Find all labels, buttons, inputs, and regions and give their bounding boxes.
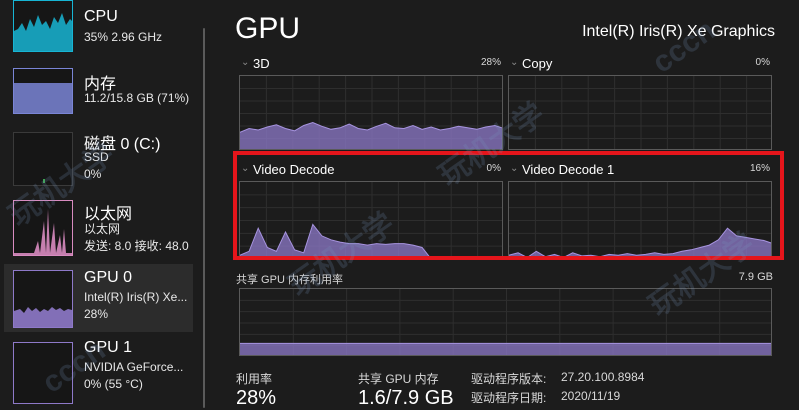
sidebar-item-detail: Intel(R) Iris(R) Xe... — [84, 290, 188, 304]
engine-dropdown-copy[interactable]: ⌄ Copy 0% — [508, 54, 772, 74]
chevron-down-icon: ⌄ — [510, 57, 519, 68]
chevron-down-icon: ⌄ — [241, 57, 250, 68]
engine-percent: 0% — [755, 57, 770, 68]
sidebar-item-title: GPU 1 — [84, 339, 133, 356]
disk-thumbnail-svg — [43, 179, 45, 183]
sidebar-item-detail: NVIDIA GeForce... — [84, 360, 184, 374]
engine-label: 3D — [253, 56, 270, 71]
sidebar-item-disk[interactable]: 磁盘 0 (C:) SSD 0% — [0, 128, 196, 196]
sidebar-item-gpu-1[interactable]: GPU 1 NVIDIA GeForce... 0% (55 °C) — [0, 336, 196, 404]
engine-graph-svg — [240, 76, 502, 149]
sidebar-item-usage: 0% (55 °C) — [84, 377, 143, 391]
gpu1-thumbnail-graph — [13, 342, 73, 404]
utilization-label: 利用率 — [236, 372, 273, 386]
driver-version-value: 27.20.100.8984 — [561, 370, 645, 384]
shared-memory-stat-label: 共享 GPU 内存 — [358, 372, 439, 386]
sidebar-item-usage: 0% — [84, 167, 102, 181]
sidebar-item-detail: 35% 2.96 GHz — [84, 30, 163, 44]
sidebar-scrollbar[interactable] — [203, 28, 205, 408]
shared-memory-stat-value: 1.6/7.9 GB — [358, 387, 454, 409]
engine-graph-svg — [240, 289, 771, 355]
engine-graph-svg — [509, 76, 771, 149]
sidebar-item-detail: SSD — [84, 150, 109, 164]
utilization-value: 28% — [236, 387, 277, 409]
sidebar-item-cpu[interactable]: CPU 35% 2.96 GHz — [0, 0, 196, 68]
driver-date-value: 2020/11/19 — [561, 389, 621, 403]
engine-percent: 28% — [480, 57, 501, 68]
page-title: GPU — [235, 12, 301, 45]
gpu0-thumbnail-svg — [14, 307, 72, 327]
sidebar-item-title: CPU — [84, 8, 118, 25]
sidebar: CPU 35% 2.96 GHz 内存 11.2/15.8 GB (71%) 磁… — [0, 0, 196, 404]
sidebar-item-gpu-0[interactable]: GPU 0 Intel(R) Iris(R) Xe... 28% — [4, 264, 193, 332]
memory-thumbnail-svg — [14, 83, 72, 113]
sidebar-item-title: GPU 0 — [84, 269, 133, 286]
sidebar-item-ethernet[interactable]: 以太网 以太网 发送: 8.0 接收: 48.0 — [0, 196, 196, 264]
engine-label: Copy — [522, 56, 553, 71]
engine-graph — [239, 75, 503, 150]
sidebar-item-detail: 11.2/15.8 GB (71%) — [84, 91, 190, 105]
cpu-thumbnail-graph — [13, 0, 73, 52]
gpu0-thumbnail-graph — [13, 270, 73, 328]
engine-panel-3d: ⌄ 3D 28% — [239, 54, 503, 150]
utilization-area — [240, 343, 771, 355]
adapter-name: Intel(R) Iris(R) Xe Graphics — [582, 23, 775, 40]
ethernet-thumbnail-svg — [14, 209, 72, 255]
engine-dropdown-3d[interactable]: ⌄ 3D 28% — [239, 54, 503, 74]
ethernet-thumbnail-graph — [13, 200, 73, 256]
shared-memory-max: 7.9 GB — [738, 271, 773, 283]
driver-version-label: 驱动程序版本: — [471, 372, 547, 386]
sidebar-item-memory[interactable]: 内存 11.2/15.8 GB (71%) — [0, 68, 196, 136]
memory-thumbnail-graph — [13, 68, 73, 114]
disk-thumbnail-graph — [13, 132, 73, 186]
gpu1-thumbnail-svg — [14, 343, 72, 403]
highlight-box — [233, 151, 784, 260]
driver-date-label: 驱动程序日期: — [471, 391, 547, 405]
cpu-thumbnail-svg — [14, 13, 72, 51]
shared-memory-label: 共享 GPU 内存利用率 — [236, 274, 343, 286]
sidebar-item-usage: 28% — [84, 307, 109, 321]
engine-graph — [508, 75, 772, 150]
sidebar-item-throughput: 发送: 8.0 接收: 48.0 — [84, 239, 189, 253]
shared-memory-graph — [239, 288, 772, 356]
sidebar-item-detail: 以太网 — [84, 222, 121, 236]
engine-panel-copy: ⌄ Copy 0% — [508, 54, 772, 150]
